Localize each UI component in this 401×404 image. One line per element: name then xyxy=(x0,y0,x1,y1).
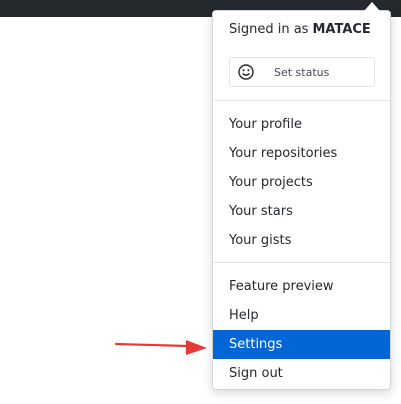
menu-item-your-profile[interactable]: Your profile xyxy=(213,110,390,139)
menu-item-feature-preview[interactable]: Feature preview xyxy=(213,272,390,301)
divider xyxy=(213,262,390,263)
menu-item-your-projects[interactable]: Your projects xyxy=(213,168,390,197)
divider xyxy=(213,100,390,101)
set-status-label: Set status xyxy=(274,65,330,79)
dropdown-caret xyxy=(364,2,380,11)
username: MATACE xyxy=(312,22,371,37)
signed-in-header: Signed in as MATACE xyxy=(213,11,390,48)
smiley-icon xyxy=(238,64,254,80)
menu-item-your-repositories[interactable]: Your repositories xyxy=(213,139,390,168)
set-status-button[interactable]: Set status xyxy=(229,57,375,87)
menu-item-help[interactable]: Help xyxy=(213,301,390,330)
menu-item-sign-out[interactable]: Sign out xyxy=(213,359,390,388)
signed-in-label: Signed in as xyxy=(229,22,309,37)
menu-item-settings[interactable]: Settings xyxy=(213,330,390,359)
menu-item-your-stars[interactable]: Your stars xyxy=(213,197,390,226)
page: Signed in as MATACE Set status Your prof… xyxy=(0,0,401,404)
menu-item-your-gists[interactable]: Your gists xyxy=(213,226,390,255)
user-dropdown-menu: Signed in as MATACE Set status Your prof… xyxy=(212,2,391,390)
